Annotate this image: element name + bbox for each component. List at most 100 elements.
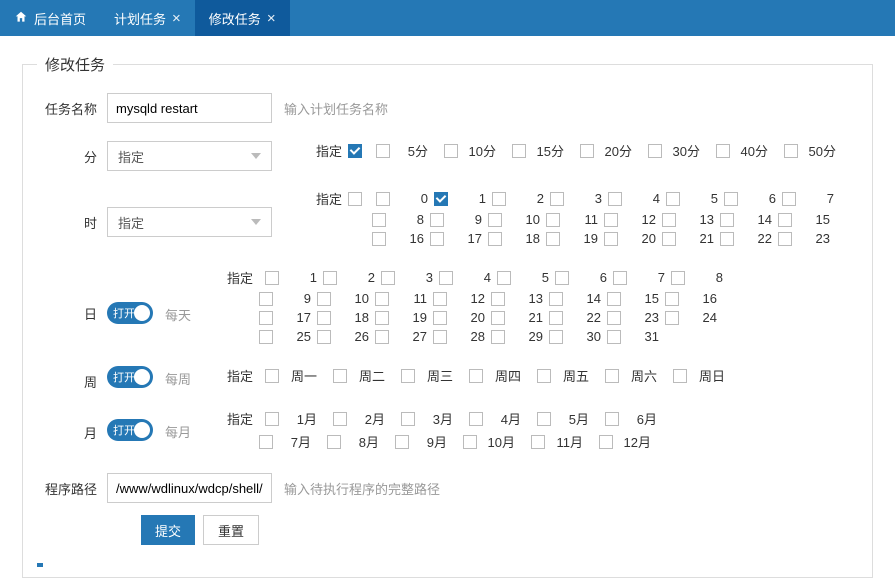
minute-spec-checkbox[interactable] bbox=[348, 144, 362, 158]
option-5月[interactable]: 5月 bbox=[537, 409, 605, 428]
option-27[interactable]: 27 bbox=[375, 329, 433, 344]
option-13[interactable]: 13 bbox=[662, 212, 720, 227]
option-15[interactable]: 15 bbox=[778, 212, 836, 227]
checkbox[interactable] bbox=[469, 412, 483, 426]
checkbox[interactable] bbox=[613, 271, 627, 285]
checkbox[interactable] bbox=[317, 311, 331, 325]
option-6[interactable]: 6 bbox=[555, 270, 613, 285]
option-19[interactable]: 19 bbox=[546, 231, 604, 246]
reset-button[interactable]: 重置 bbox=[203, 515, 259, 545]
checkbox[interactable] bbox=[372, 232, 386, 246]
option-周二[interactable]: 周二 bbox=[333, 366, 401, 385]
option-2月[interactable]: 2月 bbox=[333, 409, 401, 428]
option-25[interactable]: 25 bbox=[259, 329, 317, 344]
option-20[interactable]: 20 bbox=[604, 231, 662, 246]
checkbox[interactable] bbox=[488, 213, 502, 227]
day-toggle[interactable]: 打开 bbox=[107, 302, 153, 324]
checkbox[interactable] bbox=[549, 292, 563, 306]
option-8[interactable]: 8 bbox=[671, 270, 729, 285]
checkbox[interactable] bbox=[381, 271, 395, 285]
checkbox[interactable] bbox=[259, 435, 273, 449]
checkbox[interactable] bbox=[605, 412, 619, 426]
option-16[interactable]: 16 bbox=[665, 291, 723, 306]
checkbox[interactable] bbox=[724, 192, 738, 206]
checkbox[interactable] bbox=[549, 330, 563, 344]
checkbox[interactable] bbox=[376, 192, 390, 206]
week-toggle[interactable]: 打开 bbox=[107, 366, 153, 388]
checkbox[interactable] bbox=[401, 412, 415, 426]
option-0[interactable]: 0 bbox=[376, 191, 434, 206]
option-19[interactable]: 19 bbox=[375, 310, 433, 325]
option-8[interactable]: 8 bbox=[372, 212, 430, 227]
option-18[interactable]: 18 bbox=[488, 231, 546, 246]
checkbox[interactable] bbox=[720, 232, 734, 246]
checkbox[interactable] bbox=[488, 232, 502, 246]
option-12[interactable]: 12 bbox=[604, 212, 662, 227]
month-toggle[interactable]: 打开 bbox=[107, 419, 153, 441]
checkbox[interactable] bbox=[376, 144, 390, 158]
checkbox[interactable] bbox=[433, 311, 447, 325]
checkbox[interactable] bbox=[317, 330, 331, 344]
option-3[interactable]: 3 bbox=[381, 270, 439, 285]
option-7[interactable]: 7 bbox=[782, 191, 840, 206]
option-10分[interactable]: 10分 bbox=[444, 141, 512, 160]
checkbox[interactable] bbox=[323, 271, 337, 285]
option-5[interactable]: 5 bbox=[497, 270, 555, 285]
option-10月[interactable]: 10月 bbox=[463, 432, 531, 451]
checkbox[interactable] bbox=[433, 292, 447, 306]
checkbox[interactable] bbox=[648, 144, 662, 158]
option-周六[interactable]: 周六 bbox=[605, 366, 673, 385]
option-15[interactable]: 15 bbox=[607, 291, 665, 306]
checkbox[interactable] bbox=[537, 369, 551, 383]
option-5分[interactable]: 5分 bbox=[376, 141, 444, 160]
option-3月[interactable]: 3月 bbox=[401, 409, 469, 428]
option-9[interactable]: 9 bbox=[259, 291, 317, 306]
option-周四[interactable]: 周四 bbox=[469, 366, 537, 385]
tab-plan[interactable]: 计划任务 × bbox=[100, 0, 195, 36]
checkbox[interactable] bbox=[327, 435, 341, 449]
checkbox[interactable] bbox=[333, 412, 347, 426]
option-12[interactable]: 12 bbox=[433, 291, 491, 306]
checkbox[interactable] bbox=[666, 192, 680, 206]
option-3[interactable]: 3 bbox=[550, 191, 608, 206]
option-21[interactable]: 21 bbox=[662, 231, 720, 246]
option-20分[interactable]: 20分 bbox=[580, 141, 648, 160]
close-icon[interactable]: × bbox=[267, 10, 276, 27]
option-7月[interactable]: 7月 bbox=[259, 432, 327, 451]
checkbox[interactable] bbox=[778, 232, 792, 246]
checkbox[interactable] bbox=[469, 369, 483, 383]
minute-select[interactable]: 指定 bbox=[107, 141, 272, 171]
option-15分[interactable]: 15分 bbox=[512, 141, 580, 160]
checkbox[interactable] bbox=[607, 311, 621, 325]
checkbox[interactable] bbox=[317, 292, 331, 306]
option-1月[interactable]: 1月 bbox=[265, 409, 333, 428]
checkbox[interactable] bbox=[491, 330, 505, 344]
option-31[interactable]: 31 bbox=[607, 329, 665, 344]
task-name-input[interactable] bbox=[107, 93, 272, 123]
submit-button[interactable]: 提交 bbox=[141, 515, 195, 545]
checkbox[interactable] bbox=[265, 369, 279, 383]
checkbox[interactable] bbox=[491, 311, 505, 325]
checkbox[interactable] bbox=[546, 232, 560, 246]
option-4[interactable]: 4 bbox=[608, 191, 666, 206]
checkbox[interactable] bbox=[395, 435, 409, 449]
option-11[interactable]: 11 bbox=[375, 291, 433, 306]
checkbox[interactable] bbox=[784, 144, 798, 158]
checkbox[interactable] bbox=[604, 213, 618, 227]
path-input[interactable] bbox=[107, 473, 272, 503]
checkbox[interactable] bbox=[259, 292, 273, 306]
checkbox[interactable] bbox=[259, 330, 273, 344]
checkbox[interactable] bbox=[546, 213, 560, 227]
option-11月[interactable]: 11月 bbox=[531, 432, 599, 451]
option-30[interactable]: 30 bbox=[549, 329, 607, 344]
tab-home[interactable]: 后台首页 bbox=[0, 0, 100, 36]
checkbox[interactable] bbox=[599, 435, 613, 449]
checkbox[interactable] bbox=[604, 232, 618, 246]
checkbox[interactable] bbox=[430, 232, 444, 246]
checkbox[interactable] bbox=[537, 412, 551, 426]
option-23[interactable]: 23 bbox=[607, 310, 665, 325]
option-26[interactable]: 26 bbox=[317, 329, 375, 344]
checkbox[interactable] bbox=[492, 192, 506, 206]
option-1[interactable]: 1 bbox=[434, 191, 492, 206]
option-22[interactable]: 22 bbox=[720, 231, 778, 246]
